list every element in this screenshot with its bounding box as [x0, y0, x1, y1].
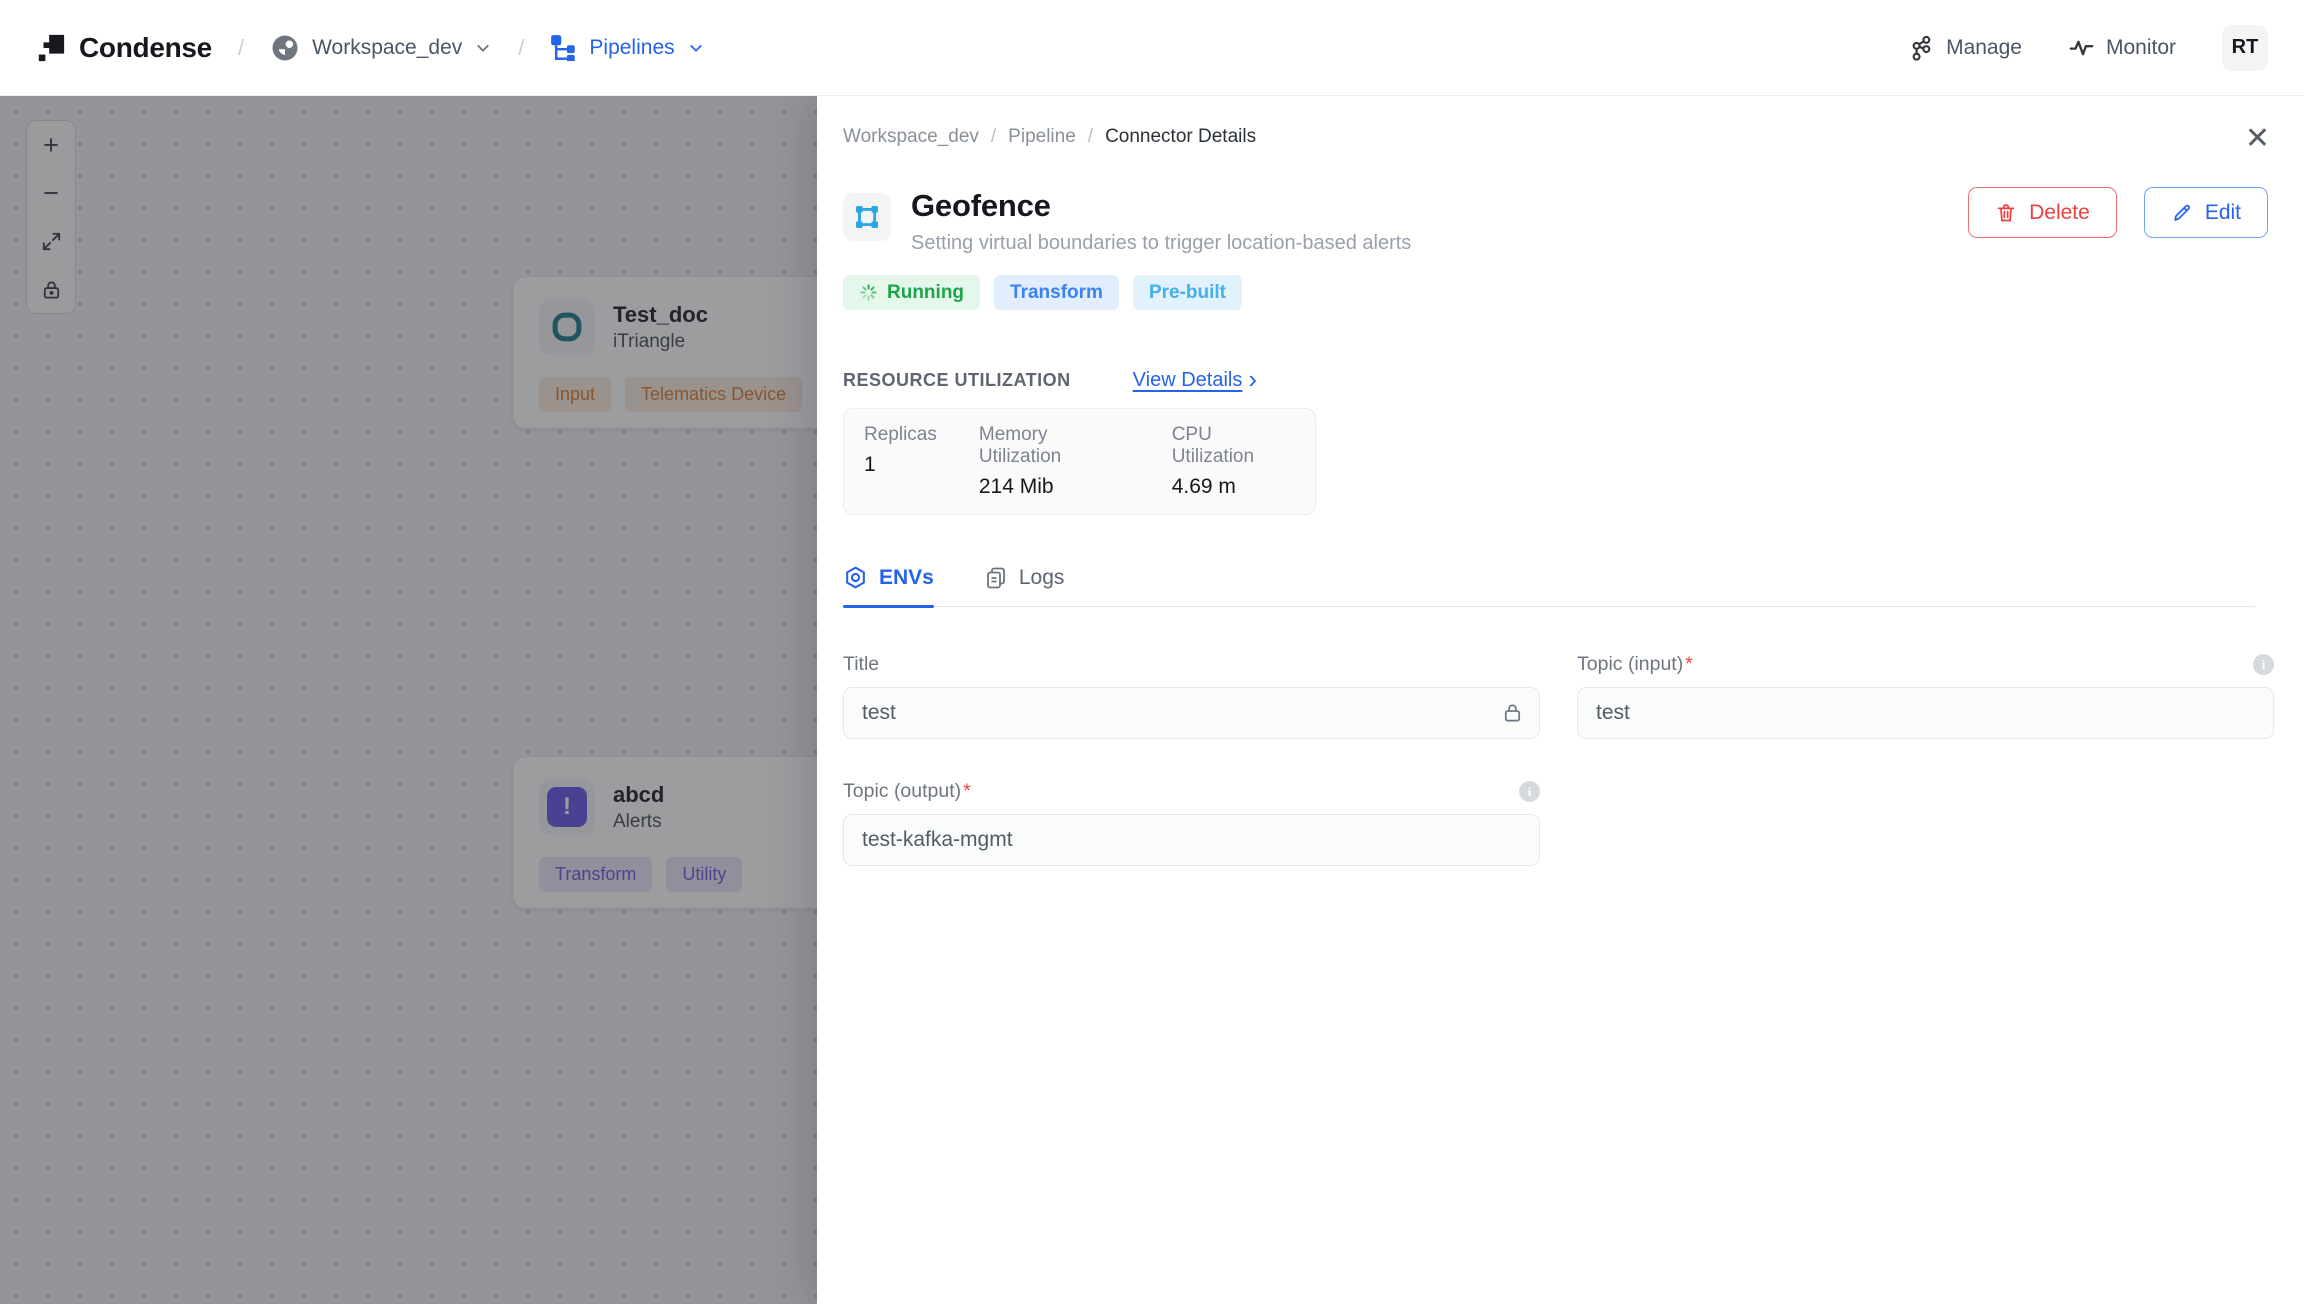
tab-logs[interactable]: Logs [984, 565, 1065, 606]
view-details-link[interactable]: View Details › [1133, 364, 1258, 394]
status-badge-running: Running [843, 275, 981, 310]
monitor-button[interactable]: Monitor [2068, 34, 2176, 61]
title-input[interactable] [843, 687, 1540, 739]
topic-input-field[interactable] [1577, 687, 2274, 739]
connector-description: Setting virtual boundaries to trigger lo… [911, 232, 1412, 254]
spinner-icon [859, 283, 878, 302]
pipelines-icon [550, 34, 577, 61]
nav-separator: / [518, 34, 525, 60]
tab-envs[interactable]: ENVs [843, 565, 934, 608]
workspace-label: Workspace_dev [312, 35, 463, 59]
monitor-icon [2068, 34, 2095, 61]
badge-label: Running [887, 281, 965, 303]
required-mark: * [1685, 653, 1693, 675]
logs-document-icon [984, 566, 1008, 590]
category-badge-transform: Transform [994, 275, 1119, 310]
resource-utilization-heading: RESOURCE UTILIZATION [843, 369, 1071, 390]
field-topic-output: Topic (output) * i [843, 780, 1540, 866]
field-label: Topic (output) * [843, 780, 971, 802]
breadcrumb-pipeline[interactable]: Pipeline [1008, 126, 1076, 148]
stat-cpu: CPU Utilization 4.69 m [1171, 424, 1255, 498]
brand-logo[interactable]: Condense [36, 32, 212, 64]
tab-label: Logs [1018, 565, 1065, 589]
badge-label: Transform [1010, 281, 1103, 303]
tab-label: ENVs [879, 565, 934, 589]
nav-separator: / [237, 34, 245, 60]
lock-icon [1501, 701, 1524, 724]
condense-logo-icon [36, 33, 66, 63]
canvas-dim-overlay [0, 96, 817, 1304]
required-mark: * [963, 780, 971, 802]
workspace-icon [270, 33, 300, 63]
topic-output-field[interactable] [843, 814, 1540, 866]
pipeline-canvas[interactable]: + − Test_doc iTriangle Input Telematics … [0, 96, 817, 1304]
badge-label: Pre-built [1148, 281, 1227, 303]
field-topic-input: Topic (input) * i [1577, 653, 2274, 739]
chevron-right-icon: › [1248, 364, 1258, 394]
breadcrumb: Workspace_dev / Pipeline / Connector Det… [843, 126, 2274, 148]
stat-replicas: Replicas 1 [864, 424, 937, 476]
field-label: Topic (input) * [1577, 653, 1693, 675]
workspace-switcher[interactable]: Workspace_dev [270, 33, 492, 63]
field-title: Title [843, 653, 1540, 739]
delete-button[interactable]: Delete [1968, 187, 2117, 238]
detail-tabs: ENVs Logs [843, 565, 2255, 608]
trash-icon [1995, 202, 2017, 224]
stat-memory: Memory Utilization 214 Mib [978, 424, 1062, 498]
delete-label: Delete [2029, 200, 2090, 224]
chevron-down-icon [687, 39, 705, 57]
app-root: Condense / Workspace_dev / Pipelines Man… [0, 0, 2304, 1304]
manage-icon [1909, 35, 1935, 61]
breadcrumb-workspace[interactable]: Workspace_dev [843, 126, 979, 148]
pencil-icon [2171, 202, 2193, 224]
geofence-icon [843, 193, 891, 241]
close-icon[interactable]: ✕ [2245, 124, 2270, 154]
envs-form: Title Topic (input)* i [843, 653, 2274, 866]
breadcrumb-current: Connector Details [1105, 126, 1257, 147]
brand-name: Condense [79, 31, 212, 63]
top-navbar: Condense / Workspace_dev / Pipelines Man… [0, 0, 2304, 96]
manage-label: Manage [1946, 35, 2022, 59]
manage-button[interactable]: Manage [1909, 35, 2022, 61]
breadcrumb-separator: / [1087, 126, 1094, 147]
hexagon-settings-icon [843, 565, 868, 590]
field-label: Title [843, 653, 880, 675]
resource-utilization-card: Replicas 1 Memory Utilization 214 Mib CP… [843, 408, 1316, 515]
chevron-down-icon [474, 39, 492, 57]
connector-title: Geofence [911, 188, 1051, 223]
breadcrumb-separator: / [990, 126, 997, 147]
connector-details-panel: Workspace_dev / Pipeline / Connector Det… [817, 96, 2304, 1304]
monitor-label: Monitor [2105, 35, 2176, 59]
info-icon[interactable]: i [2253, 654, 2274, 675]
pipelines-label: Pipelines [589, 35, 675, 59]
user-avatar[interactable]: RT [2222, 24, 2268, 71]
pipelines-menu[interactable]: Pipelines [550, 34, 704, 61]
category-badge-prebuilt: Pre-built [1132, 275, 1243, 310]
edit-label: Edit [2204, 200, 2241, 224]
info-icon[interactable]: i [1519, 781, 1540, 802]
edit-button[interactable]: Edit [2143, 187, 2268, 238]
